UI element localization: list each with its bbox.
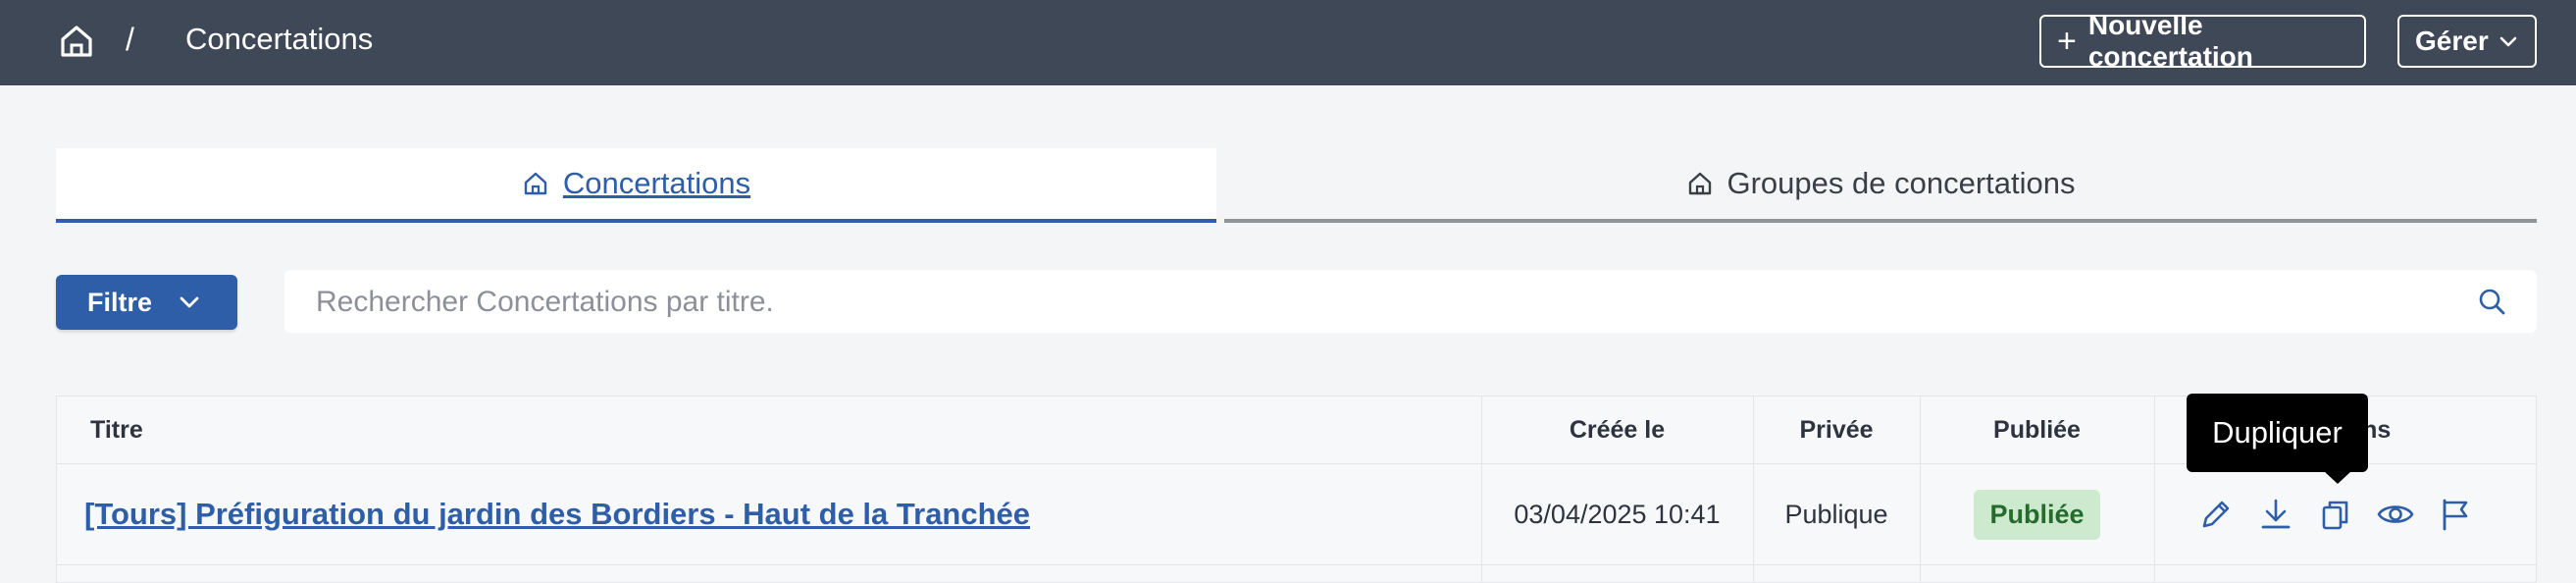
home-icon (1688, 172, 1711, 195)
row-title-link[interactable]: [Tours] Préfiguration du jardin des Bord… (84, 464, 1030, 564)
row-published-cell: Publiée (1920, 464, 2154, 564)
tab-concertations-label: Concertations (562, 166, 751, 200)
search-input[interactable] (314, 270, 2456, 335)
breadcrumb-separator: / (126, 22, 134, 57)
search-icon[interactable] (2476, 286, 2507, 317)
row-created-date: 03/04/2025 10:41 (1514, 499, 1721, 529)
flag-icon[interactable] (2436, 495, 2475, 534)
row-divider (57, 564, 2536, 565)
search-bar (284, 270, 2537, 335)
pencil-icon[interactable] (2196, 495, 2236, 534)
chevron-down-icon (180, 296, 199, 308)
tooltip-duplicate: Dupliquer (2187, 394, 2368, 472)
manage-label: Gérer (2415, 26, 2489, 56)
eye-icon[interactable] (2376, 495, 2415, 534)
manage-dropdown-button[interactable]: Gérer (2397, 15, 2537, 68)
breadcrumb-current: Concertations (185, 22, 374, 56)
top-bar: / Concertations + Nouvelle concertation … (0, 0, 2576, 85)
plus-icon: + (2057, 23, 2077, 60)
home-icon (524, 172, 547, 195)
status-badge: Publiée (1974, 489, 2100, 540)
chevron-down-icon (2499, 36, 2517, 47)
tab-groupes-label: Groupes de concertations (1726, 166, 2076, 200)
concertations-table: Titre Créée le Privée Publiée Actions [T… (56, 396, 2537, 583)
filter-button[interactable]: Filtre (56, 275, 237, 330)
column-header-private[interactable]: Privée (1753, 397, 1920, 463)
column-header-title[interactable]: Titre (90, 397, 143, 463)
new-concertation-label: Nouvelle concertation (2087, 10, 2253, 72)
column-header-published[interactable]: Publiée (1920, 397, 2154, 463)
tooltip-text: Dupliquer (2212, 415, 2343, 450)
home-icon[interactable] (55, 20, 98, 63)
tab-concertations[interactable]: Concertations (56, 148, 1216, 223)
new-concertation-button[interactable]: + Nouvelle concertation (2039, 10, 2366, 72)
tooltip-arrow (2324, 471, 2351, 484)
filter-label: Filtre (87, 287, 153, 317)
column-header-created[interactable]: Créée le (1481, 397, 1753, 463)
tab-groupes-concertations[interactable]: Groupes de concertations (1224, 148, 2537, 223)
row-privacy: Publique (1784, 499, 1888, 529)
duplicate-icon[interactable] (2316, 495, 2355, 534)
download-icon[interactable] (2256, 495, 2295, 534)
